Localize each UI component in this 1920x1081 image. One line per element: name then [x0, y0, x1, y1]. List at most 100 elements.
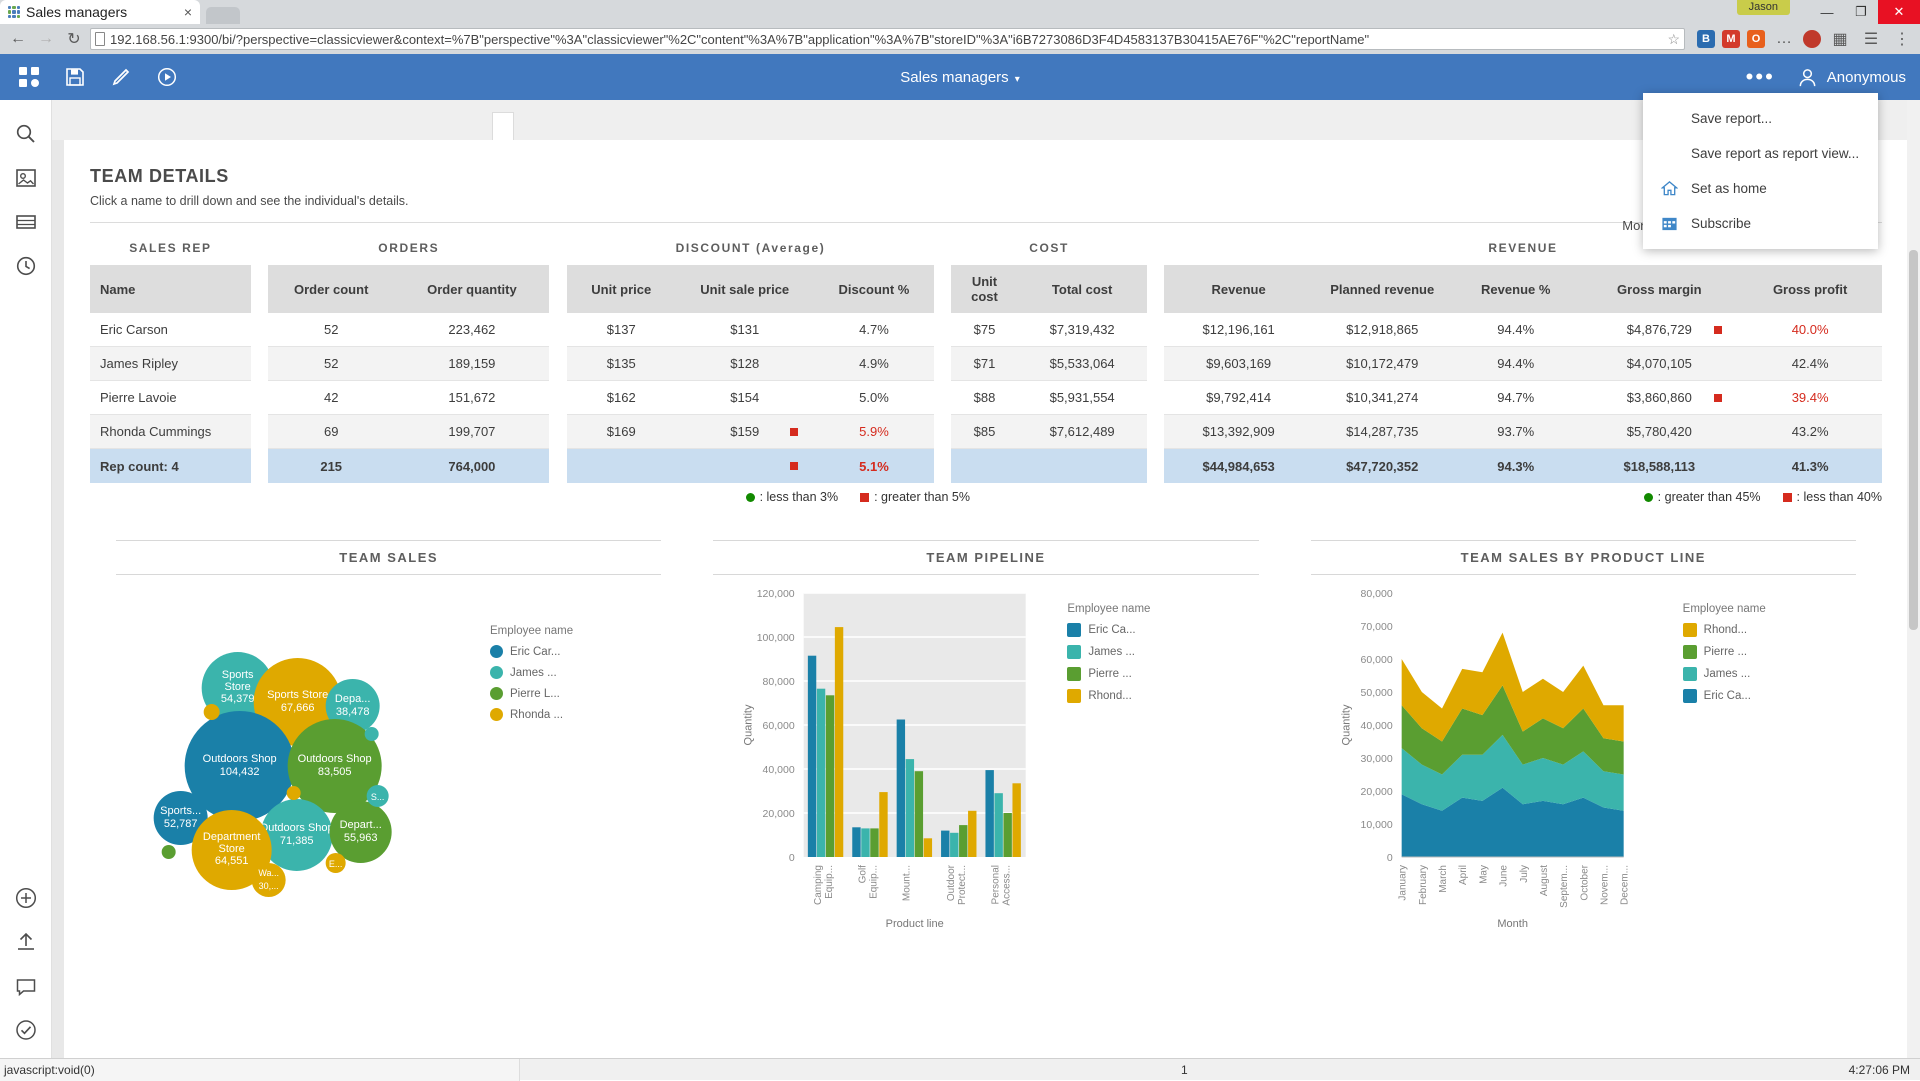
svg-text:Mount...: Mount... [902, 865, 913, 901]
menu-item-save-report-as-view[interactable]: Save report as report view... [1643, 136, 1878, 171]
dashboard-icon[interactable] [8, 54, 50, 100]
extension-more-icon[interactable]: … [1772, 27, 1796, 51]
cell-gross-margin: $4,070,105 [1580, 347, 1738, 381]
cell-name[interactable]: James Ripley [90, 347, 251, 381]
page-scrollbar[interactable] [1907, 100, 1920, 1058]
col-order-count[interactable]: Order count [268, 265, 394, 313]
col-gross-profit[interactable]: Gross profit [1738, 265, 1882, 313]
bubble-chart: SportsStore54,379Sports Store67,666Depa.… [90, 575, 687, 965]
legend-item[interactable]: Pierre ... [1067, 667, 1187, 681]
content-icon[interactable] [4, 156, 48, 200]
status-badge [790, 462, 798, 470]
col-name[interactable]: Name [90, 265, 251, 313]
chart-title: TEAM SALES BY PRODUCT LINE [1311, 550, 1856, 565]
table-row[interactable]: Rhonda Cummings 69 199,707 $169 $159 5.9… [90, 415, 1882, 449]
url-bar[interactable]: 192.168.56.1:9300/bi/?perspective=classi… [90, 28, 1685, 50]
tab-close-icon[interactable]: × [184, 4, 192, 20]
extension-o-icon[interactable]: O [1747, 30, 1765, 48]
legend-item[interactable]: Pierre L... [490, 687, 600, 700]
menu-item-set-as-home[interactable]: Set as home [1643, 171, 1878, 206]
tasks-icon[interactable] [4, 1008, 48, 1052]
chevron-down-icon[interactable]: ▾ [1015, 74, 1020, 85]
window-maximize-button[interactable]: ❐ [1844, 0, 1878, 24]
cell-total-revenue-pct: 94.3% [1451, 449, 1580, 483]
table-row[interactable]: Eric Carson 52 223,462 $137 $131 4.7% $7… [90, 313, 1882, 347]
legend-item[interactable]: Eric Ca... [1683, 689, 1803, 703]
edit-icon[interactable] [100, 54, 142, 100]
back-icon[interactable]: ← [6, 27, 30, 51]
legend-dot-icon [490, 666, 503, 679]
scrollbar-thumb[interactable] [1909, 250, 1918, 630]
extension-b-icon[interactable]: B [1697, 30, 1715, 48]
folders-icon[interactable] [4, 200, 48, 244]
cell-name[interactable]: Rhonda Cummings [90, 415, 251, 449]
save-icon[interactable] [54, 54, 96, 100]
svg-text:August: August [1539, 865, 1550, 896]
cell-name[interactable]: Pierre Lavoie [90, 381, 251, 415]
forward-icon[interactable]: → [34, 27, 58, 51]
svg-text:June: June [1498, 865, 1509, 887]
recent-icon[interactable] [4, 244, 48, 288]
legend-item[interactable]: Eric Car... [490, 645, 600, 658]
reload-icon[interactable]: ↻ [62, 27, 86, 51]
svg-text:October: October [1579, 864, 1590, 900]
legend-item[interactable]: James ... [1683, 667, 1803, 681]
extension-grid-icon[interactable]: ▦ [1828, 27, 1852, 51]
browser-tab[interactable]: Sales managers × [0, 0, 200, 24]
app-header: Sales managers▾ ••• Anonymous [0, 54, 1920, 100]
col-revenue-pct[interactable]: Revenue % [1451, 265, 1580, 313]
upload-icon[interactable] [4, 920, 48, 964]
menu-item-save-report[interactable]: Save report... [1643, 101, 1878, 136]
col-planned-revenue[interactable]: Planned revenue [1313, 265, 1451, 313]
svg-text:Novem...: Novem... [1599, 865, 1610, 905]
col-gross-margin[interactable]: Gross margin [1580, 265, 1738, 313]
notifications-icon[interactable] [4, 964, 48, 1008]
spacer [549, 313, 566, 347]
new-tab-button[interactable] [206, 7, 240, 24]
spacer [251, 347, 268, 381]
legend-item[interactable]: Rhond... [1067, 689, 1187, 703]
bar [941, 831, 949, 857]
extension-m-icon[interactable]: M [1722, 30, 1740, 48]
legend-item[interactable]: James ... [490, 666, 600, 679]
legend-item[interactable]: Eric Ca... [1067, 623, 1187, 637]
window-close-button[interactable]: ✕ [1878, 0, 1920, 24]
window-minimize-button[interactable]: — [1810, 0, 1844, 24]
col-total-cost[interactable]: Total cost [1018, 265, 1147, 313]
cell-unit-sale-price: $131 [676, 313, 814, 347]
legend-item[interactable]: Rhond... [1683, 623, 1803, 637]
overflow-menu-button[interactable]: ••• [1732, 66, 1789, 88]
browser-menu-icon[interactable]: ⋮ [1890, 27, 1914, 51]
table-row[interactable]: Pierre Lavoie 42 151,672 $162 $154 5.0% … [90, 381, 1882, 415]
legend-item[interactable]: Pierre ... [1683, 645, 1803, 659]
table-row[interactable]: James Ripley 52 189,159 $135 $128 4.9% $… [90, 347, 1882, 381]
green-dot-icon [746, 493, 755, 502]
cell-revenue-pct: 93.7% [1451, 415, 1580, 449]
bar-chart-svg[interactable]: 020,00040,00060,00080,000100,000120,000C… [687, 575, 1284, 965]
col-unit-cost[interactable]: Unit cost [951, 265, 1017, 313]
col-discount-pct[interactable]: Discount % [814, 265, 935, 313]
report-page-tab[interactable] [492, 112, 514, 140]
bar [826, 695, 834, 857]
col-unit-price[interactable]: Unit price [567, 265, 676, 313]
col-revenue[interactable]: Revenue [1164, 265, 1313, 313]
menu-item-subscribe[interactable]: Subscribe [1643, 206, 1878, 241]
extension-icons: B M O … ▦ ☰ ⋮ [1689, 27, 1914, 51]
bar [808, 656, 816, 857]
app-title-bar: Sales managers▾ [0, 69, 1920, 86]
page-info-icon[interactable] [95, 32, 105, 46]
extension-record-icon[interactable] [1803, 30, 1821, 48]
legend-item[interactable]: Rhonda ... [490, 708, 600, 721]
col-order-quantity[interactable]: Order quantity [394, 265, 549, 313]
run-icon[interactable] [146, 54, 188, 100]
col-unit-sale-price[interactable]: Unit sale price [676, 265, 814, 313]
extension-bookmark-icon[interactable]: ☰ [1859, 27, 1883, 51]
search-icon[interactable] [4, 112, 48, 156]
add-icon[interactable] [4, 876, 48, 920]
legend-label: Rhond... [1704, 624, 1747, 636]
bubble: Wa...30,... [252, 863, 286, 897]
cell-name[interactable]: Eric Carson [90, 313, 251, 347]
bookmark-star-icon[interactable]: ☆ [1667, 31, 1680, 48]
user-menu[interactable]: Anonymous [1791, 67, 1906, 88]
legend-item[interactable]: James ... [1067, 645, 1187, 659]
